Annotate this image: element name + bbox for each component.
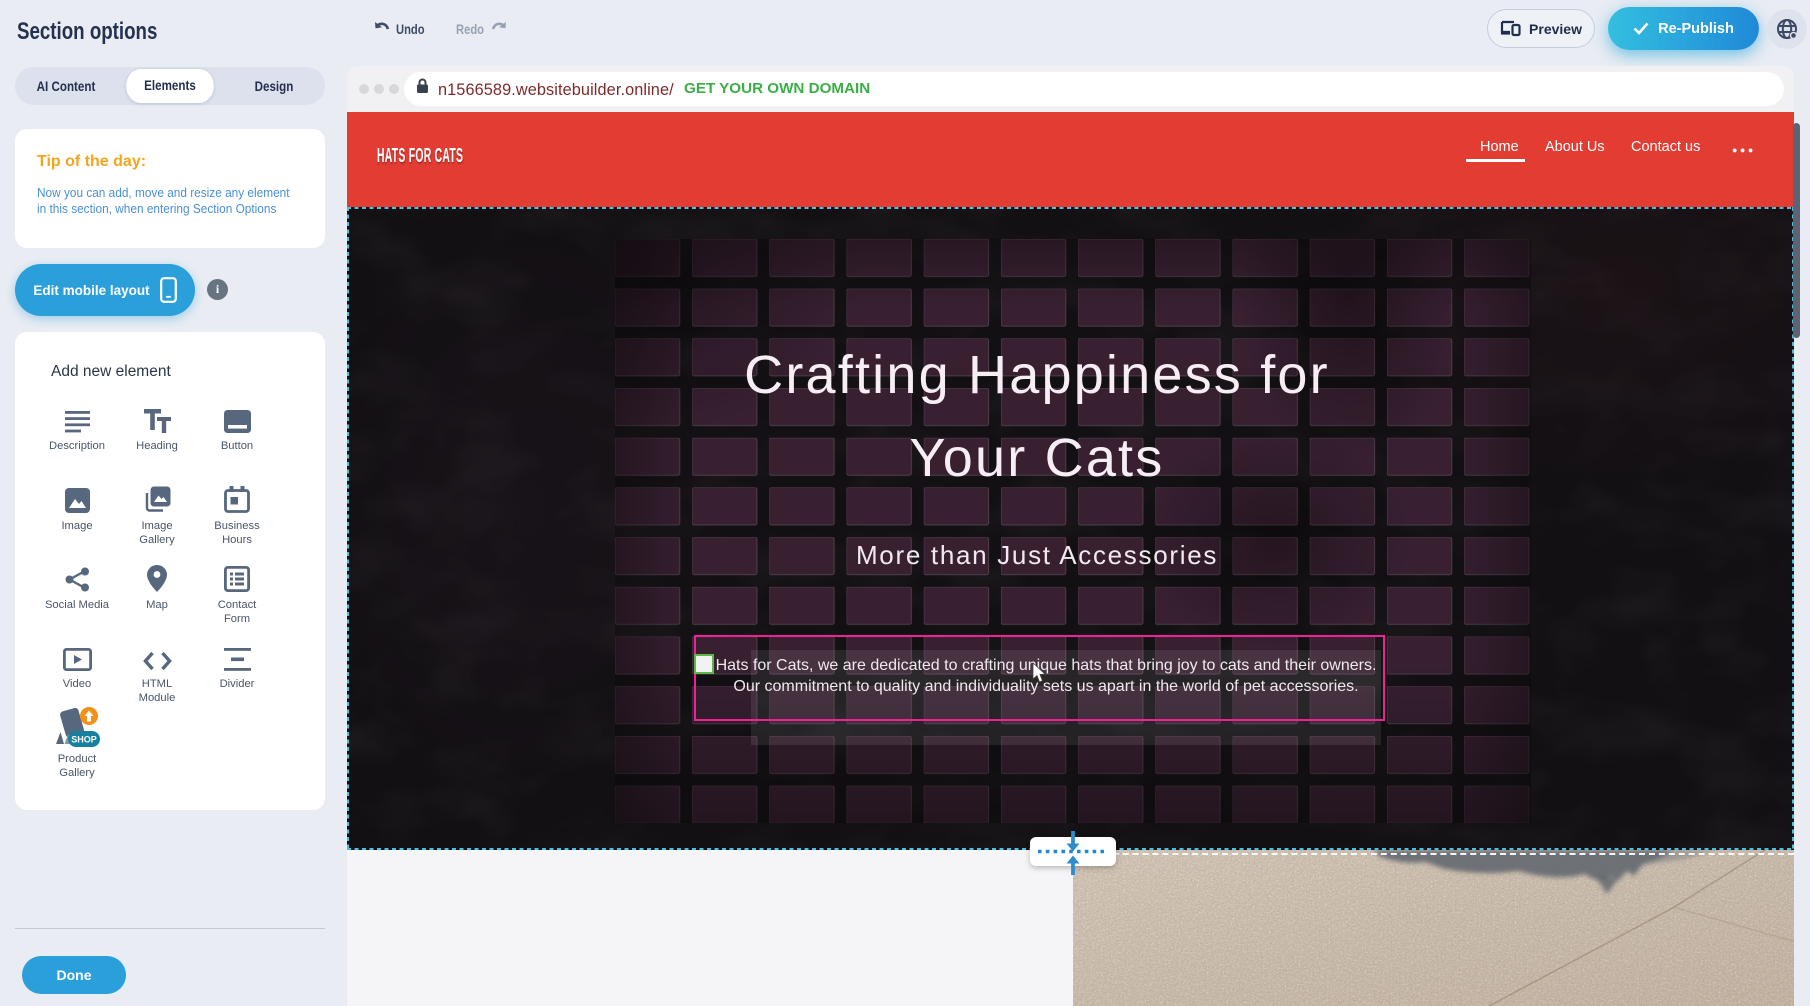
svg-text:SHOP: SHOP [71, 735, 97, 745]
